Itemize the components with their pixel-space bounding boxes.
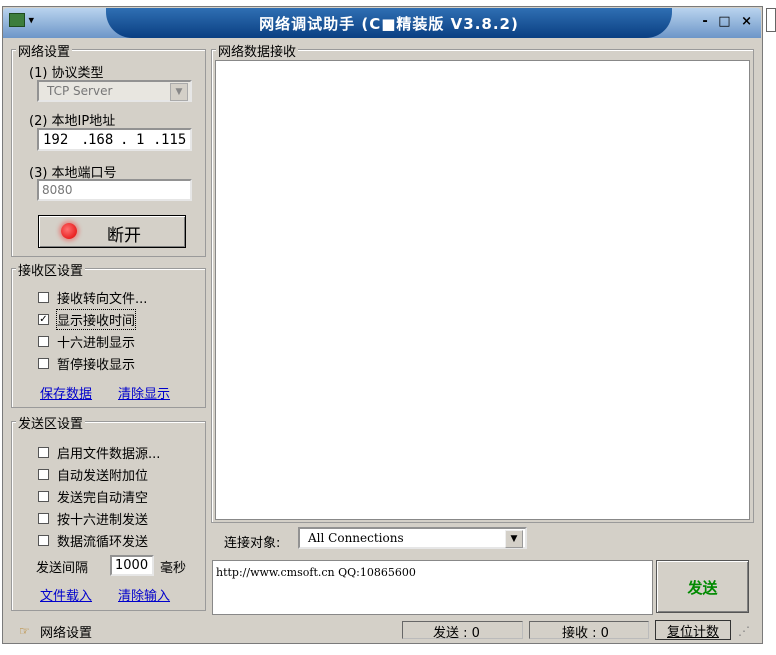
- window-controls[interactable]: - □ ×: [702, 14, 755, 29]
- pause-display-label[interactable]: 暂停接收显示: [57, 354, 135, 373]
- clear-input-link[interactable]: 清除输入: [118, 585, 170, 604]
- hex-display-checkbox[interactable]: [38, 336, 49, 347]
- chevron-down-icon: ▼: [170, 83, 188, 101]
- dropdown-icon: ▾: [28, 13, 35, 27]
- clear-display-link[interactable]: 清除显示: [118, 383, 170, 402]
- reset-count-button[interactable]: 复位计数: [655, 620, 731, 640]
- connection-label: 连接对象:: [224, 536, 281, 551]
- save-data-link[interactable]: 保存数据: [40, 383, 92, 402]
- hex-send-checkbox[interactable]: [38, 513, 49, 524]
- ip-part-3[interactable]: 1: [136, 132, 144, 148]
- receive-to-file-label[interactable]: 接收转向文件...: [57, 288, 147, 307]
- send-interval-input[interactable]: 1000: [110, 555, 154, 576]
- receive-area-legend: 网络数据接收: [216, 41, 299, 60]
- send-interval-unit: 毫秒: [160, 561, 187, 576]
- network-settings-legend: 网络设置: [16, 41, 73, 60]
- ip-part-4[interactable]: 115: [161, 132, 186, 148]
- send-button[interactable]: 发送: [656, 560, 749, 613]
- send-interval-value: 1000: [115, 558, 149, 573]
- window-title: 网络调试助手 (C■精装版 V3.8.2): [259, 15, 519, 33]
- send-textarea[interactable]: http://www.cmsoft.cn QQ:10865600: [212, 560, 653, 615]
- disconnect-button[interactable]: 断开: [38, 215, 186, 248]
- load-file-link[interactable]: 文件载入: [40, 585, 92, 604]
- title-band: 网络调试助手 (C■精装版 V3.8.2): [106, 8, 672, 38]
- app-icon: [9, 13, 25, 27]
- send-settings-legend: 发送区设置: [16, 413, 86, 432]
- receive-to-file-checkbox[interactable]: [38, 292, 49, 303]
- send-text: http://www.cmsoft.cn QQ:10865600: [216, 566, 416, 579]
- sent-count: 发送 : 0: [402, 621, 523, 641]
- auto-clear-checkbox[interactable]: [38, 491, 49, 502]
- hex-send-label[interactable]: 按十六进制发送: [57, 509, 148, 528]
- connection-value: All Connections: [308, 531, 404, 545]
- disconnect-label: 断开: [107, 226, 141, 246]
- connection-select[interactable]: All Connections ▼: [298, 527, 527, 549]
- edge-indicator: [766, 8, 776, 32]
- port-field[interactable]: 8080: [37, 179, 192, 201]
- status-led-icon: [61, 223, 77, 239]
- received-count: 接收 : 0: [529, 621, 649, 641]
- protocol-value: TCP Server: [47, 84, 113, 98]
- loop-send-label[interactable]: 数据流循环发送: [57, 531, 148, 550]
- file-source-checkbox[interactable]: [38, 447, 49, 458]
- reset-count-label: 复位计数: [666, 625, 719, 640]
- pause-display-checkbox[interactable]: [38, 358, 49, 369]
- show-receive-time-checkbox[interactable]: ✓: [38, 314, 49, 325]
- show-receive-time-label[interactable]: 显示接收时间: [55, 309, 137, 330]
- title-bar: ▾ 网络调试助手 (C■精装版 V3.8.2) - □ ×: [3, 8, 761, 38]
- system-menu[interactable]: ▾: [9, 13, 49, 31]
- loop-send-checkbox[interactable]: [38, 535, 49, 546]
- hand-pointer-icon: ☞: [19, 624, 30, 638]
- sent-count-text: 发送 : 0: [433, 626, 480, 641]
- append-bits-label[interactable]: 自动发送附加位: [57, 465, 148, 484]
- receive-settings-legend: 接收区设置: [16, 260, 86, 279]
- auto-clear-label[interactable]: 发送完自动清空: [57, 487, 148, 506]
- append-bits-checkbox[interactable]: [38, 469, 49, 480]
- send-interval-label: 发送间隔: [36, 561, 89, 576]
- ip-dot: .: [120, 132, 129, 148]
- received-count-text: 接收 : 0: [562, 626, 609, 641]
- ip-label: (2) 本地IP地址: [29, 114, 116, 129]
- ip-part-1[interactable]: 192: [43, 132, 68, 148]
- protocol-select[interactable]: TCP Server ▼: [37, 80, 192, 102]
- send-button-label: 发送: [687, 579, 718, 597]
- resize-grip-icon[interactable]: ⋰: [738, 624, 750, 638]
- status-label: 网络设置: [40, 626, 93, 641]
- receive-data-textarea[interactable]: [215, 60, 750, 520]
- ip-address-field[interactable]: 192 . 168 . 1 . 115: [37, 128, 192, 151]
- port-value: 8080: [42, 183, 73, 197]
- file-source-label[interactable]: 启用文件数据源...: [57, 443, 160, 462]
- ip-part-2[interactable]: 168: [88, 132, 113, 148]
- protocol-label: (1) 协议类型: [29, 66, 104, 81]
- hex-display-label[interactable]: 十六进制显示: [57, 332, 135, 351]
- chevron-down-icon: ▼: [505, 530, 523, 548]
